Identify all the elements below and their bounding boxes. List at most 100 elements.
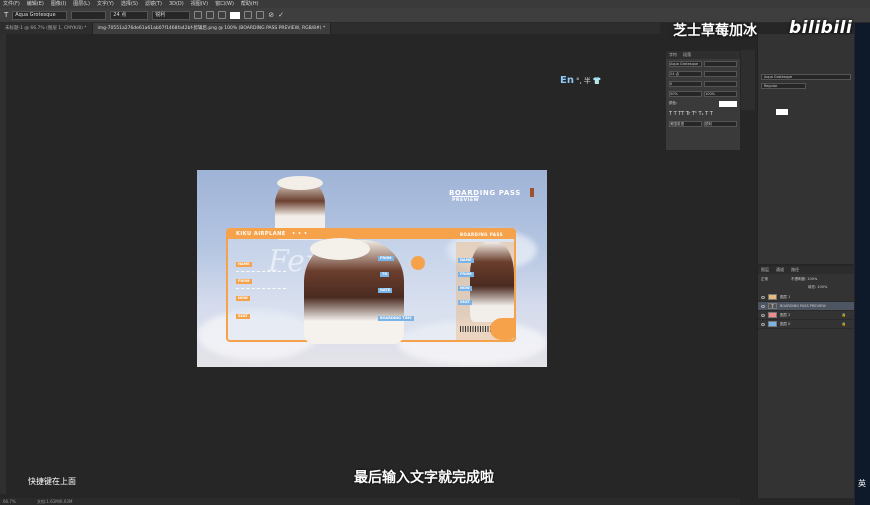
align-left-icon[interactable] [194,11,203,19]
char-aa-field[interactable]: 锐利 [704,121,737,127]
dash-line [236,271,286,272]
dash-line [236,288,286,289]
layer-row[interactable]: T BOARDING PASS PREVIEW [758,302,854,311]
text-cursor [530,188,534,197]
tab-channels[interactable]: 通道 [776,266,784,274]
layer-thumbnail [768,312,777,318]
tab-untitled[interactable]: 未标题-1 @ 66.7% (图层 1, CMYK/8) * [0,23,93,34]
right-font-field[interactable]: Aqua Grotesque [761,74,851,80]
align-right-icon[interactable] [218,11,227,19]
eye-icon[interactable] [761,295,765,299]
ticket-right-header: BOARDING PASS [460,232,504,237]
char-color-label: 颜色: [669,101,678,105]
label-now: NOW [236,296,250,301]
layer-row[interactable]: 图层 1 [758,293,854,302]
menu-item[interactable]: 3D(D) [169,0,184,8]
ime-indicator[interactable]: En °, 半 👕 [560,75,601,86]
label-right-now: NOW [458,286,472,291]
label-seat: SEAT [236,314,250,319]
right-color-swatch[interactable] [776,109,788,115]
layer-thumbnail [768,294,777,300]
status-bar: 66.7% 文档:1.61M/6.03M [0,498,740,505]
layer-row[interactable]: 图层 0 🔒 [758,320,854,329]
input-lang-indicator[interactable]: 英 [858,478,866,489]
eye-icon[interactable] [761,322,765,326]
airline-dots: • • • [291,231,308,237]
char-lang-field[interactable]: 美国英语 [669,121,702,127]
font-family-field[interactable]: Aqua Grotesque [12,10,68,20]
char-size-field[interactable]: 24 点 [669,71,702,77]
menu-item[interactable]: 编辑(E) [27,0,44,8]
char-font-field[interactable]: Aqua Grotesque [669,61,702,67]
canvas-artwork[interactable]: KIKU AIRPLANE • • • BOARDING PASS Ferry … [197,170,547,367]
antialias-field[interactable]: 锐利 [152,10,191,20]
align-center-icon[interactable] [206,11,215,19]
type-tool-icon[interactable]: T [4,11,8,19]
commit-icon[interactable]: ✓ [278,11,284,19]
menu-item[interactable]: 视图(V) [191,0,208,8]
menu-item[interactable]: 窗口(W) [215,0,234,8]
warp-text-icon[interactable] [244,11,253,19]
cancel-icon[interactable]: ⊘ [268,11,274,19]
label-name: NAME [236,262,252,267]
menu-item[interactable]: 图层(L) [73,0,90,8]
menu-item[interactable]: 帮助(H) [241,0,259,8]
eye-icon[interactable] [761,313,765,317]
character-panel: 字符 段落 Aqua Grotesque 24 点 0 50% 100% 颜色: … [665,50,741,151]
char-leading-field[interactable] [704,71,737,77]
document-tabs: 未标题-1 @ 66.7% (图层 1, CMYK/8) * img-70551… [0,23,660,34]
menu-item[interactable]: 选择(S) [121,0,138,8]
char-hscale-field[interactable]: 100% [704,91,737,97]
label-right-name: NAME [458,258,474,263]
layers-panel: 图层 通道 路径 正常 不透明度: 100% 填充: 100% 图层 1 T BO… [757,266,854,498]
eye-icon[interactable] [761,304,765,308]
menu-bar: 文件(F) 编辑(E) 图像(I) 图层(L) 文字(Y) 选择(S) 滤镜(T) 3D(D)… [0,0,870,8]
ime-width: 半 [583,76,591,85]
char-style-field[interactable] [704,61,737,67]
boarding-ticket: KIKU AIRPLANE • • • BOARDING PASS Ferry … [226,228,516,344]
airline-name: KIKU AIRPLANE [236,231,286,237]
shirt-icon: 👕 [592,76,602,85]
panel-icon-strip[interactable] [741,50,755,110]
panel-toggle-icon[interactable] [256,11,265,19]
char-color-swatch[interactable] [719,101,737,107]
layers-panel-tabs: 图层 通道 路径 [758,266,854,274]
char-style-buttons[interactable]: T T TT Tr T¹ T₁ T T [666,109,740,119]
char-tracking-field[interactable] [704,81,737,87]
label-mid-gate: GATE [378,288,393,293]
zoom-level[interactable]: 66.7% [3,499,16,504]
tab-paths[interactable]: 路径 [791,266,799,274]
fill-field[interactable]: 填充: 100% [758,285,854,293]
orange-circle [411,256,425,270]
menu-item[interactable]: 图像(I) [51,0,66,8]
text-layer-icon: T [768,303,777,309]
blend-mode-select[interactable]: 正常 [761,277,768,282]
menu-item[interactable]: 文件(F) [3,0,20,8]
bilibili-logo: bilibili [789,18,853,38]
menu-item[interactable]: 滤镜(T) [145,0,162,8]
char-kerning-field[interactable]: 0 [669,81,702,87]
hat-main [310,238,370,260]
font-size-field[interactable]: 24 点 [110,10,149,20]
font-style-field[interactable] [71,10,107,20]
opacity-field[interactable]: 不透明度: 100% [791,277,817,282]
tools-panel[interactable] [0,34,6,494]
hint-text: 快捷键在上面 [28,477,76,486]
right-style-field[interactable]: Regular [761,83,806,89]
label-right-seat: SEAT [458,300,472,305]
menu-item[interactable]: 文字(Y) [97,0,114,8]
label-right-from: FROM [458,272,474,277]
layer-thumbnail [768,321,777,327]
layer-row[interactable]: 图层 2 🔒 [758,311,854,320]
tab-image[interactable]: img-70551a276de61a61ab07f1468fa42bf-剪辑后.… [92,23,332,34]
tab-paragraph[interactable]: 段落 [683,51,691,59]
char-vscale-field[interactable]: 50% [669,91,702,97]
tab-character[interactable]: 字符 [669,51,677,59]
label-mid-from: FROM [378,256,394,261]
color-swatch[interactable] [230,11,241,19]
layer-name: 图层 1 [780,294,791,299]
tab-layers[interactable]: 图层 [761,266,769,274]
boarding-pass-subtitle: PREVIEW [452,196,480,203]
layer-name: 图层 2 [780,312,791,317]
doc-size: 文档:1.61M/6.03M [37,499,73,504]
